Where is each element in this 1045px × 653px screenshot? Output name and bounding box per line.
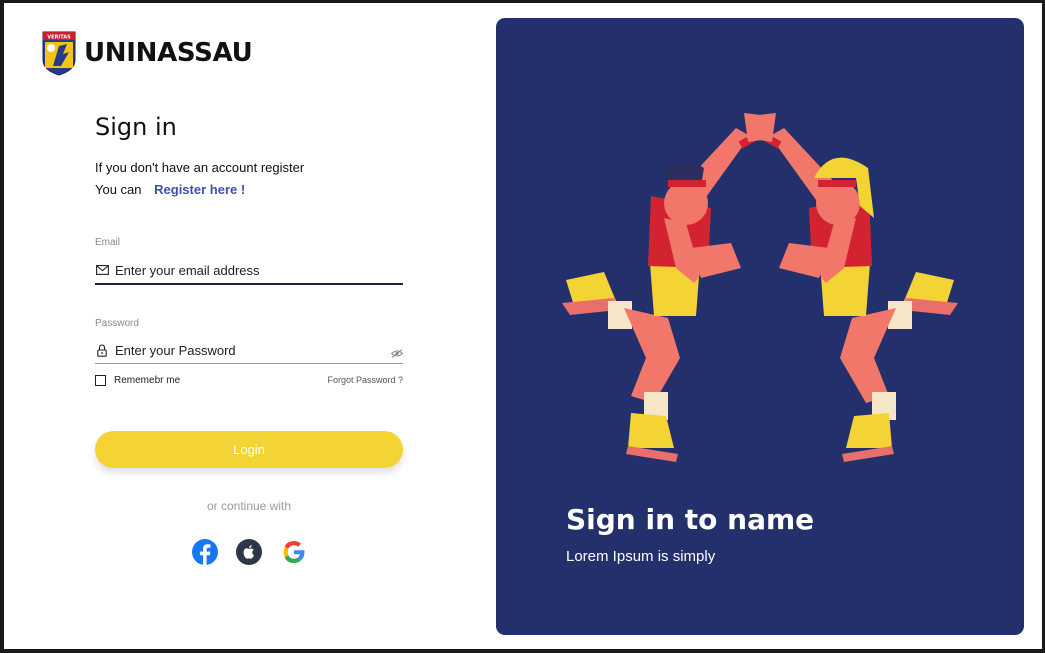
remember-checkbox[interactable] <box>95 375 106 386</box>
brand-name: UNINASSAU <box>84 38 253 68</box>
brand-logo[interactable]: VERITAS UNINASSAU <box>41 30 253 76</box>
forgot-password-link[interactable]: Forgot Password ? <box>303 375 403 385</box>
email-field <box>95 257 403 285</box>
right-person-figure <box>746 113 958 462</box>
high-five-illustration <box>562 113 958 462</box>
panel-subtitle: Lorem Ipsum is simply <box>566 548 716 565</box>
google-icon[interactable] <box>280 538 308 566</box>
login-page: VERITAS UNINASSAU Sign in If you don't h… <box>4 3 1042 649</box>
password-field <box>95 337 404 364</box>
register-link[interactable]: Register here ! <box>154 182 245 197</box>
envelope-icon <box>95 263 109 277</box>
login-button[interactable]: Login <box>95 431 403 468</box>
email-input[interactable] <box>115 262 403 278</box>
crest-icon: VERITAS <box>42 31 76 76</box>
promo-panel: Sign in to name Lorem Ipsum is simply <box>496 18 1024 635</box>
password-input[interactable] <box>115 342 403 358</box>
facebook-icon[interactable] <box>191 538 219 566</box>
register-hint: If you don't have an account register <box>95 160 305 175</box>
remember-me: Rememebr me <box>95 375 180 386</box>
or-continue-text: or continue with <box>206 499 292 513</box>
remember-label: Rememebr me <box>114 375 181 386</box>
apple-icon[interactable] <box>235 538 263 566</box>
left-person-figure <box>562 113 774 462</box>
register-prefix: You can <box>95 182 142 197</box>
eye-off-icon[interactable] <box>390 345 404 363</box>
email-label: Email <box>95 237 121 248</box>
register-row: You can Register here ! <box>95 182 245 197</box>
password-label: Password <box>95 318 139 329</box>
svg-text:VERITAS: VERITAS <box>47 35 71 41</box>
page-title: Sign in <box>95 113 177 141</box>
panel-title: Sign in to name <box>566 503 815 536</box>
lock-icon <box>95 343 109 357</box>
